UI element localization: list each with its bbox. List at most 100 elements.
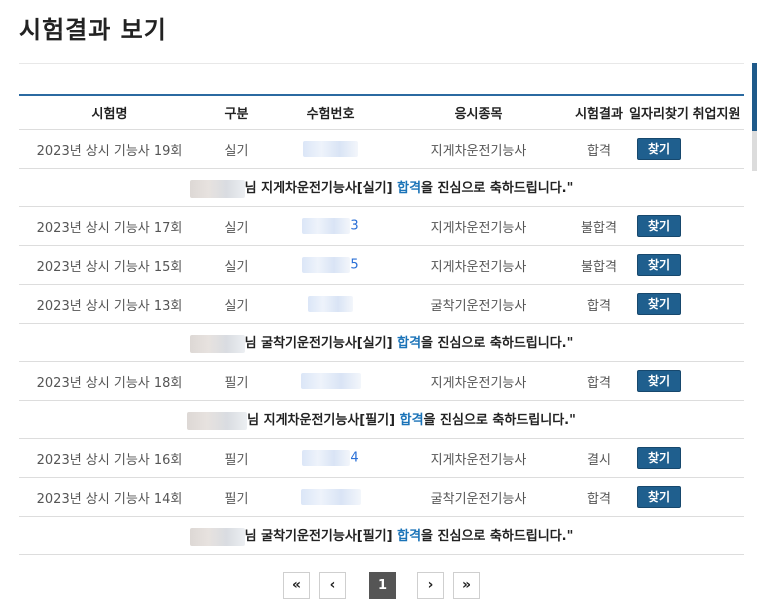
job-search-cell: 찾기 xyxy=(629,438,689,478)
exam-name: 2023년 상시 기능사 19회 xyxy=(19,129,200,169)
redacted-name xyxy=(187,411,248,430)
exam-result: 불합격 xyxy=(569,206,629,246)
table-row: 2023년 상시 기능사 16회 필기 4 지게차운전기능사 결시 찾기 xyxy=(19,438,744,478)
table-row: 2023년 상시 기능사 15회 실기 5 지게차운전기능사 불합격 찾기 xyxy=(19,245,744,285)
congrats-message: 님 굴착기운전기능사[실기] 합격을 진심으로 축하드립니다." xyxy=(19,323,744,362)
exam-name: 2023년 상시 기능사 18회 xyxy=(19,361,200,401)
exam-subject: 굴착기운전기능사 xyxy=(388,477,569,517)
find-job-button[interactable]: 찾기 xyxy=(637,486,681,508)
redacted-name xyxy=(189,179,245,198)
redacted-exam-number xyxy=(303,141,358,157)
redacted-exam-number xyxy=(302,450,351,466)
job-search-cell: 찾기 xyxy=(629,477,689,517)
exam-number: 4 xyxy=(273,438,388,478)
exam-type: 실기 xyxy=(200,284,273,324)
exam-name: 2023년 상시 기능사 15회 xyxy=(19,245,200,285)
job-search-cell: 찾기 xyxy=(629,245,689,285)
col-header-type: 구분 xyxy=(200,96,273,130)
exam-result: 불합격 xyxy=(569,245,629,285)
exam-type: 실기 xyxy=(200,206,273,246)
scrollbar-thumb[interactable] xyxy=(752,63,757,131)
exam-name: 2023년 상시 기능사 14회 xyxy=(19,477,200,517)
table-row: 2023년 상시 기능사 18회 필기 지게차운전기능사 합격 찾기 xyxy=(19,361,744,401)
congrats-message: 님 지게차운전기능사[실기] 합격을 진심으로 축하드립니다." xyxy=(19,168,744,207)
results-table-container: 시험명 구분 수험번호 응시종목 시험결과 일자리찾기 취업지원 2023년 상… xyxy=(19,94,744,555)
results-table: 시험명 구분 수험번호 응시종목 시험결과 일자리찾기 취업지원 2023년 상… xyxy=(19,96,744,555)
pass-text: 합격 xyxy=(397,529,422,545)
exam-result: 합격 xyxy=(569,284,629,324)
scrollbar-track[interactable] xyxy=(752,131,757,171)
last-page-button[interactable]: » xyxy=(453,572,480,599)
pass-text: 합격 xyxy=(399,413,424,429)
employment-support-cell xyxy=(689,206,744,246)
find-job-button[interactable]: 찾기 xyxy=(637,215,681,237)
employment-support-cell xyxy=(689,438,744,478)
find-job-button[interactable]: 찾기 xyxy=(637,293,681,315)
exam-subject: 지게차운전기능사 xyxy=(388,361,569,401)
exam-name: 2023년 상시 기능사 16회 xyxy=(19,438,200,478)
exam-result: 합격 xyxy=(569,361,629,401)
col-header-employment-support: 취업지원 xyxy=(689,96,744,130)
pass-text: 합격 xyxy=(397,181,422,197)
exam-type: 필기 xyxy=(200,477,273,517)
table-header-row: 시험명 구분 수험번호 응시종목 시험결과 일자리찾기 취업지원 xyxy=(19,96,744,130)
next-page-button[interactable]: › xyxy=(417,572,444,599)
exam-type: 실기 xyxy=(200,129,273,169)
col-header-result: 시험결과 xyxy=(569,96,629,130)
exam-subject: 지게차운전기능사 xyxy=(388,129,569,169)
exam-name: 2023년 상시 기능사 13회 xyxy=(19,284,200,324)
find-job-button[interactable]: 찾기 xyxy=(637,447,681,469)
exam-result: 합격 xyxy=(569,477,629,517)
redacted-name xyxy=(189,527,245,546)
exam-number xyxy=(273,129,388,169)
redacted-exam-number xyxy=(302,257,351,273)
exam-number xyxy=(273,477,388,517)
exam-number: 5 xyxy=(273,245,388,285)
first-page-button[interactable]: « xyxy=(283,572,310,599)
exam-type: 실기 xyxy=(200,245,273,285)
pass-text: 합격 xyxy=(397,336,422,352)
job-search-cell: 찾기 xyxy=(629,129,689,169)
employment-support-cell xyxy=(689,284,744,324)
congrats-message-row: 님 굴착기운전기능사[필기] 합격을 진심으로 축하드립니다." xyxy=(19,516,744,555)
redacted-name xyxy=(189,334,245,353)
redacted-exam-number xyxy=(302,218,351,234)
col-header-exam-name: 시험명 xyxy=(19,96,200,130)
exam-type: 필기 xyxy=(200,438,273,478)
exam-subject: 지게차운전기능사 xyxy=(388,438,569,478)
congrats-message-row: 님 굴착기운전기능사[실기] 합격을 진심으로 축하드립니다." xyxy=(19,323,744,362)
exam-result: 합격 xyxy=(569,129,629,169)
congrats-message-row: 님 지게차운전기능사[실기] 합격을 진심으로 축하드립니다." xyxy=(19,168,744,207)
find-job-button[interactable]: 찾기 xyxy=(637,254,681,276)
prev-page-button[interactable]: ‹ xyxy=(319,572,346,599)
employment-support-cell xyxy=(689,361,744,401)
redacted-exam-number xyxy=(300,489,361,505)
table-row: 2023년 상시 기능사 14회 필기 굴착기운전기능사 합격 찾기 xyxy=(19,477,744,517)
col-header-exam-number: 수험번호 xyxy=(273,96,388,130)
exam-name: 2023년 상시 기능사 17회 xyxy=(19,206,200,246)
congrats-message: 님 지게차운전기능사[필기] 합격을 진심으로 축하드립니다." xyxy=(19,400,744,439)
table-row: 2023년 상시 기능사 13회 실기 굴착기운전기능사 합격 찾기 xyxy=(19,284,744,324)
page-title: 시험결과 보기 xyxy=(19,16,167,44)
exam-number xyxy=(273,361,388,401)
exam-type: 필기 xyxy=(200,361,273,401)
col-header-subject: 응시종목 xyxy=(388,96,569,130)
exam-subject: 지게차운전기능사 xyxy=(388,245,569,285)
job-search-cell: 찾기 xyxy=(629,206,689,246)
find-job-button[interactable]: 찾기 xyxy=(637,138,681,160)
exam-result: 결시 xyxy=(569,438,629,478)
employment-support-cell xyxy=(689,245,744,285)
redacted-exam-number xyxy=(300,373,361,389)
page-1-button[interactable]: 1 xyxy=(369,572,396,599)
employment-support-cell xyxy=(689,477,744,517)
exam-subject: 굴착기운전기능사 xyxy=(388,284,569,324)
find-job-button[interactable]: 찾기 xyxy=(637,370,681,392)
congrats-message: 님 굴착기운전기능사[필기] 합격을 진심으로 축하드립니다." xyxy=(19,516,744,555)
employment-support-cell xyxy=(689,129,744,169)
exam-number: 3 xyxy=(273,206,388,246)
job-search-cell: 찾기 xyxy=(629,361,689,401)
congrats-message-row: 님 지게차운전기능사[필기] 합격을 진심으로 축하드립니다." xyxy=(19,400,744,439)
pagination: « ‹ 1 › » xyxy=(283,572,483,599)
col-header-job-search: 일자리찾기 xyxy=(629,96,689,130)
exam-number xyxy=(273,284,388,324)
